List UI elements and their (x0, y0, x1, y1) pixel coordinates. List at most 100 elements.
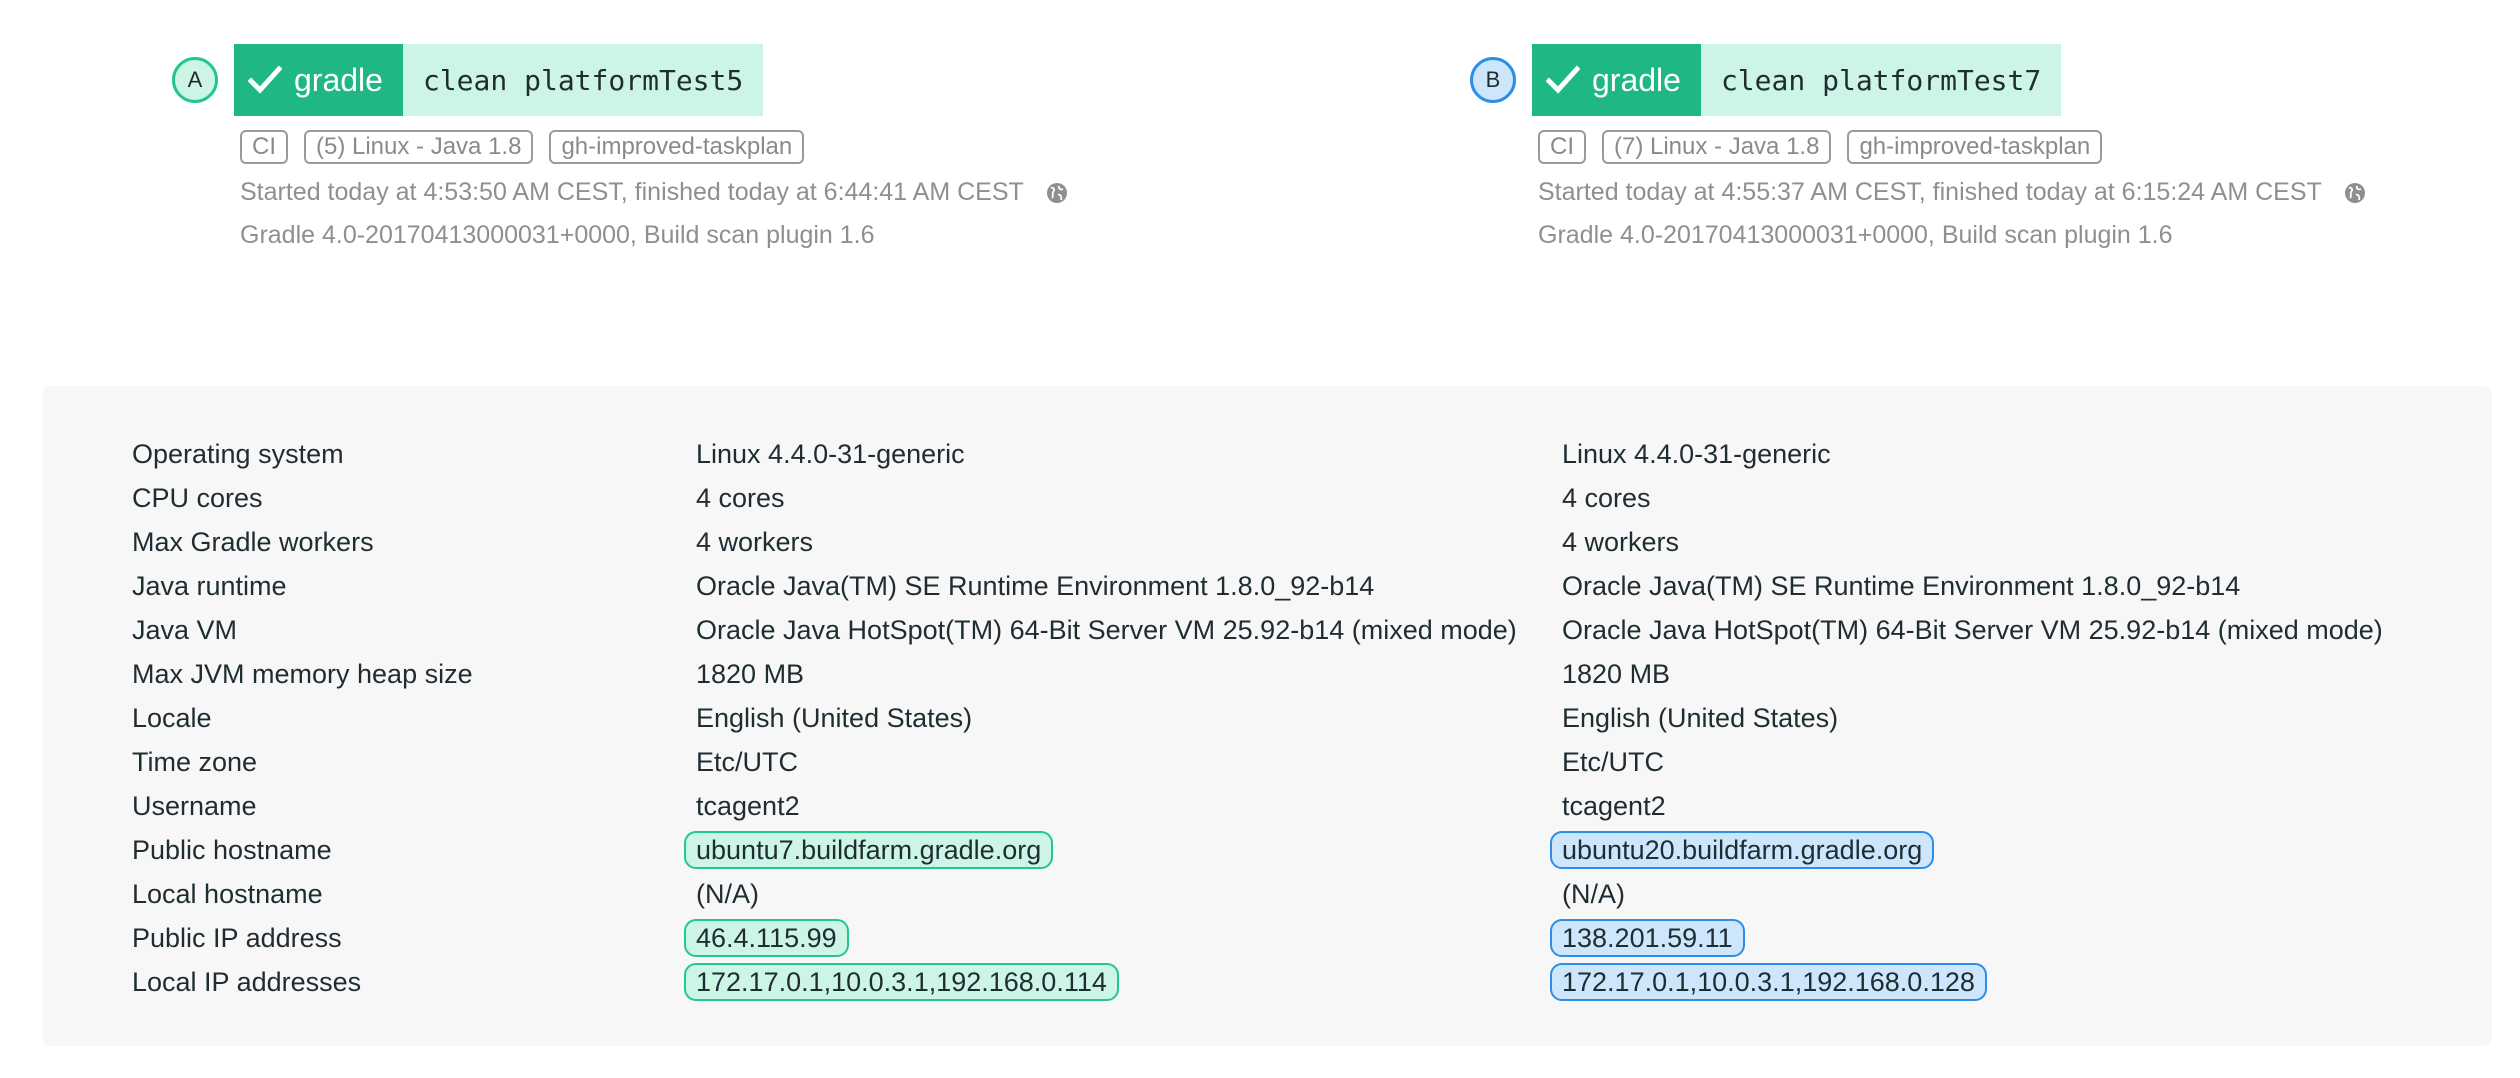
build-b-tag[interactable]: (7) Linux - Java 1.8 (1602, 130, 1832, 164)
build-a-value-cell: tcagent2 (696, 784, 800, 828)
comparison-label: Public IP address (132, 923, 342, 953)
build-b-timing-row: Started today at 4:55:37 AM CEST, finish… (1538, 178, 2366, 207)
build-a-gradle-badge[interactable]: gradle (234, 44, 403, 116)
build-b-value-cell: 1820 MB (1562, 652, 1670, 696)
build-a-differing-value: ubuntu7.buildfarm.gradle.org (684, 831, 1054, 869)
build-b-value: English (United States) (1562, 703, 1839, 733)
comparison-label: Local IP addresses (132, 967, 362, 997)
build-a-versions: Gradle 4.0-20170413000031+0000, Build sc… (240, 221, 875, 249)
comparison-row: Local hostname (N/A) (N/A) (42, 872, 2492, 916)
build-a-value: Oracle Java HotSpot(TM) 64-Bit Server VM… (696, 615, 1517, 645)
build-b-value: Oracle Java HotSpot(TM) 64-Bit Server VM… (1562, 615, 2383, 645)
build-b-differing-value: 138.201.59.11 (1550, 919, 1745, 957)
build-b-value-cell: Oracle Java HotSpot(TM) 64-Bit Server VM… (1562, 608, 2383, 652)
build-a-value-cell: Etc/UTC (696, 740, 798, 784)
build-b-value-cell: Oracle Java(TM) SE Runtime Environment 1… (1562, 564, 2240, 608)
build-a-badge-label: gradle (294, 61, 383, 98)
build-a-value-cell: English (United States) (696, 696, 972, 740)
build-a-tag[interactable]: gh-improved-taskplan (549, 130, 805, 164)
build-b-task-name[interactable]: clean platformTest7 (1700, 44, 2062, 116)
build-b-value: tcagent2 (1562, 791, 1666, 821)
comparison-label: Username (132, 791, 257, 821)
comparison-label: Locale (132, 703, 212, 733)
build-a-value-cell: 4 cores (696, 476, 785, 520)
build-b-value: Oracle Java(TM) SE Runtime Environment 1… (1562, 571, 2241, 601)
build-a-timing-row: Started today at 4:53:50 AM CEST, finish… (240, 178, 1068, 207)
comparison-row: Operating system Linux 4.4.0-31-generic Li… (42, 432, 2492, 476)
comparison-label: Local hostname (132, 879, 323, 909)
checkmark-icon (248, 65, 282, 94)
build-b-value-cell: ubuntu20.buildfarm.gradle.org (1550, 828, 1935, 872)
build-b-header: B gradle clean platformTest7 CI (7) Linu… (1470, 44, 2366, 250)
build-a-value: (N/A) (696, 879, 759, 909)
build-a-timing: Started today at 4:53:50 AM CEST, finish… (240, 178, 1024, 206)
globe-icon[interactable] (1046, 182, 1068, 204)
build-b-title-row: B gradle clean platformTest7 (1470, 44, 2366, 116)
comparison-label: Java VM (132, 615, 238, 645)
comparison-label: Java runtime (132, 571, 287, 601)
build-b-tags: CI (7) Linux - Java 1.8 gh-improved-task… (1538, 130, 2366, 164)
comparison-row: CPU cores 4 cores 4 cores (42, 476, 2492, 520)
build-b-differing-value: ubuntu20.buildfarm.gradle.org (1550, 831, 1935, 869)
build-b-gradle-badge[interactable]: gradle (1532, 44, 1701, 116)
comparison-row: Java VM Oracle Java HotSpot(TM) 64-Bit Se… (42, 608, 2492, 652)
build-a-differing-value: 172.17.0.1,10.0.3.1,192.168.0.114 (684, 963, 1119, 1001)
comparison-row: Username tcagent2 tcagent2 (42, 784, 2492, 828)
infrastructure-comparison-panel: Operating system Linux 4.4.0-31-generic Li… (42, 386, 2492, 1046)
build-b-value-cell: Etc/UTC (1562, 740, 1664, 784)
comparison-row: Max JVM memory heap size 1820 MB 1820 MB (42, 652, 2492, 696)
build-b-differing-value: 172.17.0.1,10.0.3.1,192.168.0.128 (1550, 963, 1987, 1001)
build-b-value: (N/A) (1562, 879, 1625, 909)
build-a-value-cell: 4 workers (696, 520, 813, 564)
comparison-row: Java runtime Oracle Java(TM) SE Runtime E… (42, 564, 2492, 608)
build-a-value-cell: Oracle Java(TM) SE Runtime Environment 1… (696, 564, 1374, 608)
build-b-value: Linux 4.4.0-31-generic (1562, 439, 1831, 469)
build-b-badge-label: gradle (1592, 61, 1681, 98)
comparison-row: Public hostname ubuntu7.buildfarm.gradle.… (42, 828, 2492, 872)
build-a-value-cell: Linux 4.4.0-31-generic (696, 432, 965, 476)
build-b-value: 4 workers (1562, 527, 1680, 557)
comparison-label: Max Gradle workers (132, 527, 374, 557)
build-a-header: A gradle clean platformTest5 CI (5) Linu… (172, 44, 1068, 250)
build-a-task-name[interactable]: clean platformTest5 (402, 44, 764, 116)
build-a-value: Linux 4.4.0-31-generic (696, 439, 965, 469)
comparison-label: Operating system (132, 439, 344, 469)
build-a-value: Etc/UTC (696, 747, 799, 777)
build-a-value: 4 workers (696, 527, 814, 557)
build-b-versions: Gradle 4.0-20170413000031+0000, Build sc… (1538, 221, 2173, 249)
build-a-value: 4 cores (696, 483, 785, 513)
build-b-tag[interactable]: gh-improved-taskplan (1847, 130, 2103, 164)
build-b-value-cell: English (United States) (1562, 696, 1838, 740)
build-a-value-cell: 172.17.0.1,10.0.3.1,192.168.0.114 (684, 960, 1119, 1004)
build-a-tag[interactable]: (5) Linux - Java 1.8 (304, 130, 534, 164)
build-a-value-cell: (N/A) (696, 872, 759, 916)
comparison-row: Public IP address 46.4.115.99 138.201.59.1… (42, 916, 2492, 960)
build-b-timing: Started today at 4:55:37 AM CEST, finish… (1538, 178, 2322, 206)
build-a-value-cell: Oracle Java HotSpot(TM) 64-Bit Server VM… (696, 608, 1517, 652)
build-a-differing-value: 46.4.115.99 (684, 919, 849, 957)
build-a-value: English (United States) (696, 703, 973, 733)
build-a-marker: A (172, 57, 218, 103)
comparison-row: Local IP addresses 172.17.0.1,10.0.3.1,19… (42, 960, 2492, 1004)
build-b-value: 4 cores (1562, 483, 1651, 513)
build-b-value-cell: 4 cores (1562, 476, 1651, 520)
build-a-value: 1820 MB (696, 659, 805, 689)
build-b-value: Etc/UTC (1562, 747, 1665, 777)
comparison-row: Time zone Etc/UTC Etc/UTC (42, 740, 2492, 784)
build-b-marker: B (1470, 57, 1516, 103)
build-b-tag[interactable]: CI (1538, 130, 1586, 164)
build-b-value-cell: 138.201.59.11 (1550, 916, 1745, 960)
comparison-row: Locale English (United States) English (Un… (42, 696, 2492, 740)
build-b-value-cell: 4 workers (1562, 520, 1679, 564)
build-a-tags: CI (5) Linux - Java 1.8 gh-improved-task… (240, 130, 1068, 164)
comparison-label: Public hostname (132, 835, 332, 865)
comparison-label: Time zone (132, 747, 258, 777)
build-b-value-cell: tcagent2 (1562, 784, 1666, 828)
build-b-value-cell: (N/A) (1562, 872, 1625, 916)
comparison-label: CPU cores (132, 483, 263, 513)
build-a-value-cell: 46.4.115.99 (684, 916, 849, 960)
build-a-value: tcagent2 (696, 791, 800, 821)
globe-icon[interactable] (2344, 182, 2366, 204)
build-a-tag[interactable]: CI (240, 130, 288, 164)
build-a-value-cell: ubuntu7.buildfarm.gradle.org (684, 828, 1054, 872)
